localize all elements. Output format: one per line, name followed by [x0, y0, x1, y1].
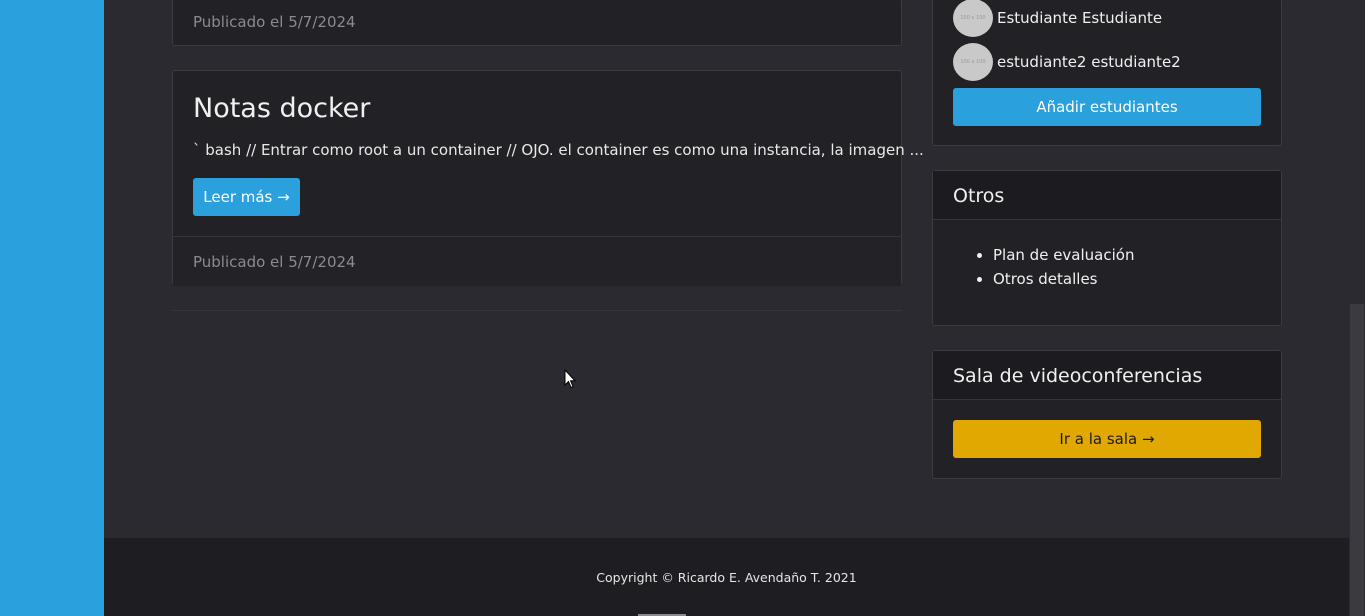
student-name: Estudiante Estudiante: [997, 9, 1163, 27]
post-card-footer: Publicado el 5/7/2024: [173, 236, 901, 286]
scrollbar-thumb[interactable]: [1350, 304, 1364, 616]
site-footer: Copyright © Ricardo E. Avendaño T. 2021: [104, 538, 1349, 616]
student-item[interactable]: 100 x 100 estudiante2 estudiante2: [953, 43, 1181, 81]
videoconference-panel: Sala de videoconferencias Ir a la sala →: [932, 350, 1282, 479]
post-card: Notas docker ` bash // Entrar como root …: [172, 70, 924, 286]
post-card-previous: Publicado el 5/7/2024: [172, 0, 902, 46]
post-title: Notas docker: [193, 93, 371, 124]
otros-link-otros-detalles[interactable]: Otros detalles: [993, 267, 1134, 291]
otros-header: Otros: [933, 171, 1281, 220]
students-panel: 100 x 100 Estudiante Estudiante 100 x 10…: [932, 0, 1282, 146]
videoconference-title: Sala de videoconferencias: [953, 365, 1203, 387]
student-item[interactable]: 100 x 100 Estudiante Estudiante: [953, 0, 1162, 37]
otros-title: Otros: [953, 185, 1005, 207]
divider: [172, 310, 902, 311]
student-name: estudiante2 estudiante2: [997, 53, 1181, 71]
read-more-button[interactable]: Leer más →: [193, 178, 300, 216]
left-sidebar-strip: [0, 0, 104, 616]
post-published-date: Publicado el 5/7/2024: [193, 13, 356, 31]
otros-list: Plan de evaluación Otros detalles: [973, 243, 1134, 291]
post-excerpt: ` bash // Entrar como root a un containe…: [193, 141, 924, 159]
add-students-button[interactable]: Añadir estudiantes: [953, 88, 1261, 126]
avatar: 100 x 100: [953, 0, 993, 37]
post-published-date: Publicado el 5/7/2024: [193, 253, 356, 271]
go-to-room-button[interactable]: Ir a la sala →: [953, 420, 1261, 458]
avatar: 100 x 100: [953, 43, 993, 81]
videoconference-header: Sala de videoconferencias: [933, 351, 1281, 400]
otros-panel: Otros Plan de evaluación Otros detalles: [932, 170, 1282, 326]
copyright-text: Copyright © Ricardo E. Avendaño T. 2021: [596, 570, 857, 585]
otros-link-plan-evaluacion[interactable]: Plan de evaluación: [993, 243, 1134, 267]
mouse-pointer-icon: [564, 368, 577, 393]
